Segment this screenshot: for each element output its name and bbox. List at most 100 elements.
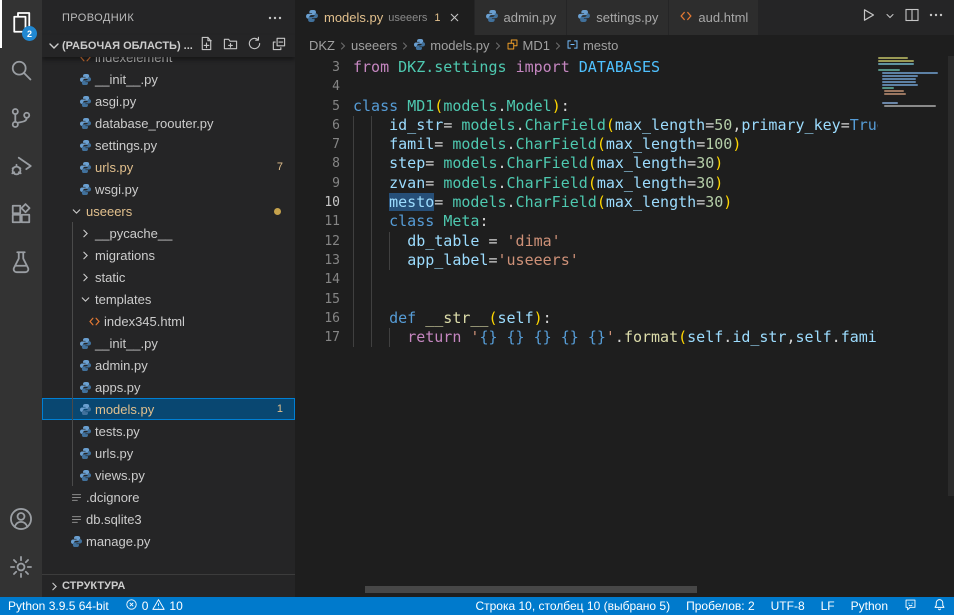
code-editor[interactable]: 3from DKZ.settings import DATABASES45cla… [295, 56, 954, 597]
tree-file-database-roouter-py[interactable]: database_roouter.py [42, 112, 295, 134]
line-number: 8 [295, 154, 340, 173]
tree-indent-guide [72, 244, 73, 266]
token [353, 193, 389, 211]
collapse-all-button[interactable] [269, 37, 287, 55]
tree-item-label: __init__.py [95, 336, 158, 351]
token: : [479, 212, 488, 230]
breadcrumb-item-useeers[interactable]: useeers [351, 38, 397, 53]
tree-item-label: index345.html [104, 314, 185, 329]
breadcrumb-item-models-py[interactable]: models.py [413, 38, 489, 54]
status-feedback[interactable] [896, 597, 925, 615]
status-python-interpreter[interactable]: Python 3.9.5 64-bit [0, 597, 117, 615]
tree-file-indexelement[interactable]: indexelement [42, 57, 295, 68]
status-eol[interactable]: LF [813, 597, 843, 615]
code-text: class Meta: [353, 212, 488, 231]
status-indentation[interactable]: Пробелов: 2 [678, 597, 763, 615]
new-folder-button[interactable] [221, 37, 239, 55]
activity-testing[interactable] [0, 240, 42, 288]
workspace-section-header[interactable]: (РАБОЧАЯ ОБЛАСТЬ) ... [42, 35, 295, 57]
token: CharField [507, 154, 588, 172]
breadcrumb-item-dkz[interactable]: DKZ [309, 38, 335, 53]
minimap[interactable] [878, 57, 948, 108]
tree-file-wsgi-py[interactable]: wsgi.py [42, 178, 295, 200]
more-actions-button[interactable] [926, 6, 946, 30]
tree-file-apps-py[interactable]: apps.py [42, 376, 295, 398]
token: ) [732, 135, 741, 153]
refresh-button[interactable] [245, 37, 263, 55]
tree-folder-useeers[interactable]: useeers [42, 200, 295, 222]
tree-folder--pycache-[interactable]: __pycache__ [42, 222, 295, 244]
token: . [498, 174, 507, 192]
outline-section-header[interactable]: СТРУКТУРА [42, 574, 295, 597]
tree-file-admin-py[interactable]: admin.py [42, 354, 295, 376]
token: max_length [615, 116, 705, 134]
run-dropdown-button[interactable] [882, 6, 898, 30]
tree-file-models-py[interactable]: models.py1 [42, 398, 295, 420]
tree-file-db-sqlite3[interactable]: db.sqlite3 [42, 508, 295, 530]
token: DATABASES [579, 58, 660, 76]
breadcrumb-item-md1[interactable]: MD1 [506, 38, 550, 54]
line-number: 14 [295, 270, 340, 289]
token: ( [678, 328, 687, 346]
token: class [353, 97, 407, 115]
status-encoding[interactable]: UTF-8 [763, 597, 813, 615]
tab-admin-py[interactable]: admin.py [475, 0, 568, 35]
tree-file-urls-py[interactable]: urls.py7 [42, 156, 295, 178]
tree-file-asgi-py[interactable]: asgi.py [42, 90, 295, 112]
token: return [407, 328, 470, 346]
code-lines: 3from DKZ.settings import DATABASES45cla… [295, 58, 878, 347]
tab-aud-html[interactable]: aud.html [669, 0, 759, 35]
activity-accounts[interactable] [0, 497, 42, 545]
horizontal-scrollbar[interactable] [365, 586, 697, 593]
token: CharField [525, 116, 606, 134]
sidebar-more-actions-button[interactable] [265, 8, 285, 28]
tree-file--init-py[interactable]: __init__.py [42, 68, 295, 90]
run-button[interactable] [858, 6, 878, 30]
activity-search[interactable] [0, 48, 42, 96]
tab-settings-py[interactable]: settings.py [567, 0, 669, 35]
chevron-down-icon [68, 205, 84, 218]
vertical-scrollbar[interactable] [948, 56, 954, 496]
activity-extensions[interactable] [0, 192, 42, 240]
minimap-line [882, 102, 898, 104]
token: Model [507, 97, 552, 115]
token: {} [534, 328, 552, 346]
tree-file-views-py[interactable]: views.py [42, 464, 295, 486]
tree-file-manage-py[interactable]: manage.py [42, 530, 295, 552]
tree-file--init-py[interactable]: __init__.py [42, 332, 295, 354]
minimap-line [884, 93, 906, 95]
line-number: 9 [295, 174, 340, 193]
status-cursor-position[interactable]: Строка 10, столбец 10 (выбрано 5) [467, 597, 678, 615]
status-left: Python 3.9.5 64-bit010 [0, 597, 191, 615]
activity-explorer[interactable]: 2 [0, 0, 42, 48]
tree-file-index345-html[interactable]: index345.html [42, 310, 295, 332]
activity-run-and-debug[interactable] [0, 144, 42, 192]
close-icon[interactable] [446, 9, 464, 27]
token: zvan [389, 174, 425, 192]
tree-item-label: wsgi.py [95, 182, 138, 197]
token: models [443, 174, 497, 192]
tree-folder-templates[interactable]: templates [42, 288, 295, 310]
new-file-button[interactable] [197, 37, 215, 55]
status-label: LF [821, 599, 835, 613]
tab-label: admin.py [504, 10, 557, 25]
code-line-9: 9 zvan= models.CharField(max_length=30) [295, 174, 878, 193]
tree-file-tests-py[interactable]: tests.py [42, 420, 295, 442]
tree-folder-migrations[interactable]: migrations [42, 244, 295, 266]
error-icon [125, 598, 138, 614]
activity-source-control[interactable] [0, 96, 42, 144]
split-editor-button[interactable] [902, 6, 922, 30]
tree-file--dcignore[interactable]: .dcignore [42, 486, 295, 508]
tree-folder-static[interactable]: static [42, 266, 295, 288]
chevron-right-icon [551, 39, 565, 53]
code-line-12: 12 db_table = 'dima' [295, 232, 878, 251]
python-file-icon [77, 359, 93, 372]
tree-file-urls-py[interactable]: urls.py [42, 442, 295, 464]
status-language-mode[interactable]: Python [843, 597, 896, 615]
activity-manage[interactable] [0, 545, 42, 593]
tree-file-settings-py[interactable]: settings.py [42, 134, 295, 156]
breadcrumb-item-mesto[interactable]: mesto [566, 38, 618, 54]
tab-models-py[interactable]: models.pyuseeers1 [295, 0, 475, 35]
status-notifications[interactable] [925, 597, 954, 615]
status-problems[interactable]: 010 [117, 597, 191, 615]
